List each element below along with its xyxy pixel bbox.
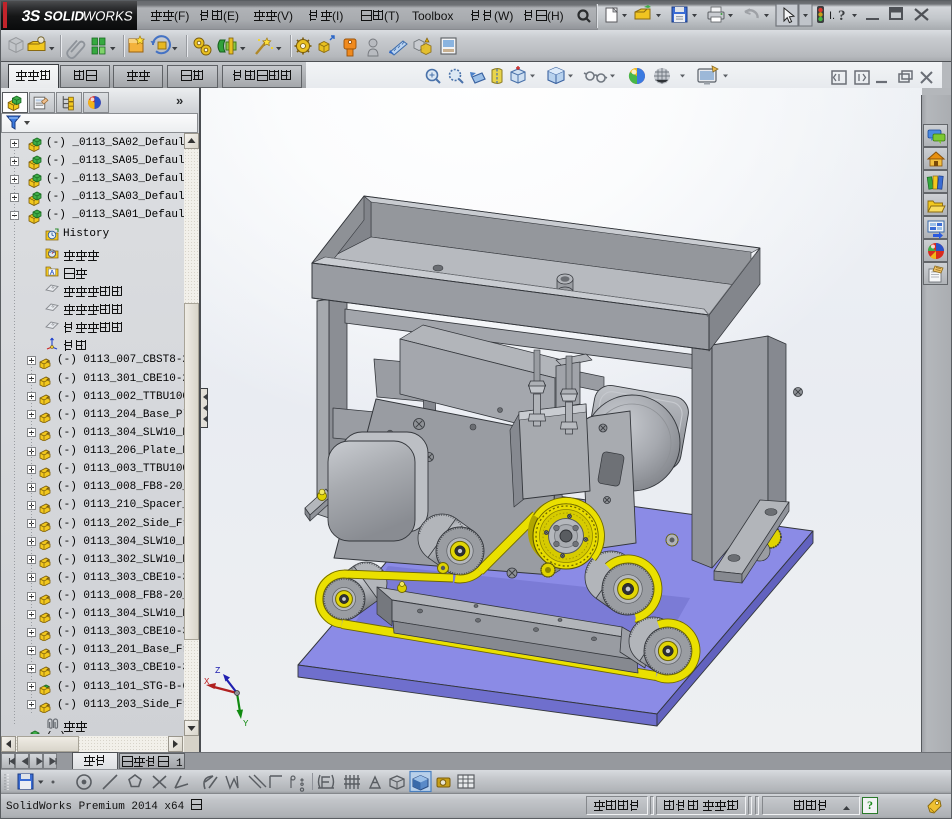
- svg-text:3S: 3S: [20, 8, 41, 25]
- svg-text:SOLID: SOLID: [43, 9, 86, 24]
- svg-text:WORKS: WORKS: [82, 9, 135, 24]
- svg-text:X: X: [204, 677, 210, 687]
- svg-text:Z: Z: [215, 666, 221, 676]
- svg-text:?: ?: [838, 8, 846, 24]
- svg-text:I.: I.: [829, 10, 835, 22]
- svg-text:Y: Y: [243, 719, 249, 729]
